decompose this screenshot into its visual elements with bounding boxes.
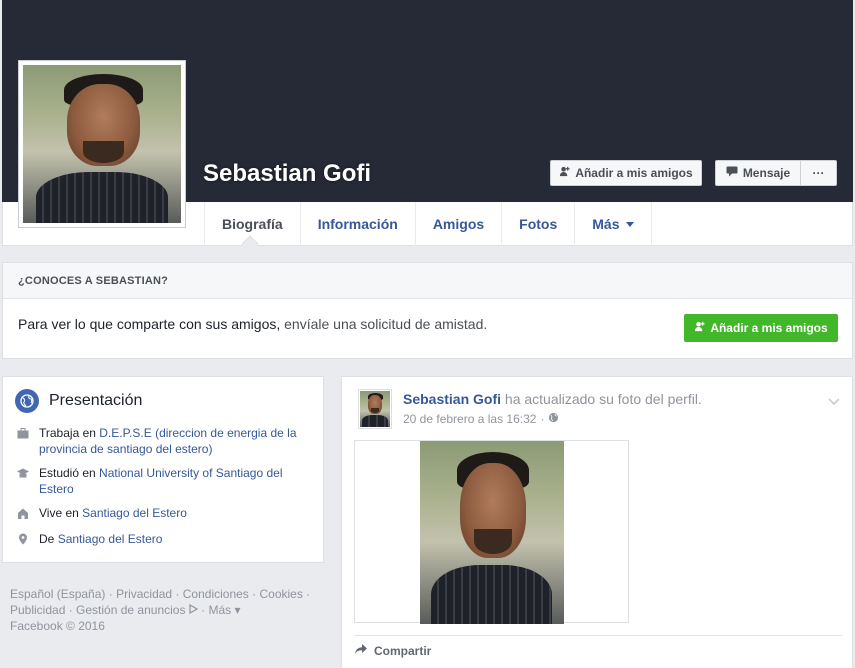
footer-copyright: Facebook © 2016: [10, 619, 105, 633]
footer-link-cookies[interactable]: Cookies: [259, 587, 302, 601]
current-city-link[interactable]: Santiago del Estero: [82, 506, 187, 520]
school-icon: [17, 465, 29, 497]
post-photo[interactable]: [354, 440, 629, 624]
profile-photo-image: [23, 65, 181, 223]
tab-amigos[interactable]: Amigos: [414, 202, 501, 246]
intro-item-from: De Santiago del Estero: [17, 531, 311, 549]
share-label: Compartir: [374, 643, 432, 658]
intro-list: Trabaja en D.E.P.S.E (direccion de energ…: [3, 413, 323, 549]
post-meta: 20 de febrero a las 16:32 ·: [403, 412, 559, 426]
post-header: Sebastian Gofi ha actualizado su foto de…: [403, 391, 702, 407]
footer-link-ad-choices[interactable]: Gestión de anuncios: [76, 603, 185, 617]
footer-link-terms[interactable]: Condiciones: [183, 587, 249, 601]
message-label: Mensaje: [742, 166, 791, 180]
profile-picture[interactable]: [18, 60, 186, 228]
post-author-avatar[interactable]: [358, 389, 392, 429]
footer-link-privacy[interactable]: Privacidad: [116, 587, 172, 601]
home-icon: [17, 505, 29, 523]
share-button[interactable]: Compartir: [354, 643, 431, 658]
chevron-down-icon: [625, 221, 634, 227]
add-friend-icon: [694, 321, 705, 335]
tab-fotos[interactable]: Fotos: [501, 202, 574, 246]
intro-item-lives: Vive en Santiago del Estero: [17, 505, 311, 523]
add-friend-green-button[interactable]: Añadir a mis amigos: [684, 314, 838, 342]
intro-title: Presentación: [49, 392, 143, 409]
add-friend-label: Añadir a mis amigos: [575, 166, 693, 180]
intro-item-work: Trabaja en D.E.P.S.E (direccion de energ…: [17, 425, 311, 457]
post-timestamp[interactable]: 20 de febrero a las 16:32: [403, 412, 536, 426]
tab-informacion[interactable]: Información: [299, 202, 415, 246]
more-dots-icon: ···: [812, 166, 825, 180]
add-friend-button[interactable]: Añadir a mis amigos: [550, 160, 702, 186]
know-message: Para ver lo que comparte con sus amigos,…: [18, 316, 488, 332]
add-friend-green-label: Añadir a mis amigos: [710, 321, 828, 335]
know-this-person-card: ¿CONOCES A SEBASTIAN? Para ver lo que co…: [2, 262, 853, 359]
intro-item-education: Estudió en National University of Santia…: [17, 465, 311, 497]
hometown-link[interactable]: Santiago del Estero: [58, 532, 163, 546]
footer-link-language[interactable]: Español (España): [10, 587, 105, 601]
intro-card: Presentación Trabaja en D.E.P.S.E (direc…: [2, 376, 324, 563]
more-options-button[interactable]: ···: [800, 160, 837, 186]
footer-link-more[interactable]: Más: [208, 603, 231, 617]
post-divider: [354, 635, 842, 636]
footer-links: Español (España) · Privacidad · Condicio…: [10, 587, 311, 633]
timeline-post: Sebastian Gofi ha actualizado su foto de…: [341, 376, 853, 668]
ad-choices-icon: [189, 603, 199, 617]
share-icon: [354, 643, 368, 658]
briefcase-icon: [17, 425, 29, 457]
location-pin-icon: [17, 531, 29, 549]
message-icon: [726, 166, 738, 180]
profile-name[interactable]: Sebastian Gofi: [203, 160, 371, 188]
footer-link-advertising[interactable]: Publicidad: [10, 603, 65, 617]
globe-icon: [15, 389, 39, 413]
post-action: ha actualizado su foto del perfil.: [504, 391, 702, 407]
send-request-link[interactable]: envíale una solicitud de amistad.: [284, 316, 487, 332]
tab-mas[interactable]: Más: [574, 202, 652, 246]
add-friend-icon: [559, 166, 570, 180]
public-globe-icon: [548, 412, 559, 426]
know-heading: ¿CONOCES A SEBASTIAN?: [3, 263, 852, 299]
message-button[interactable]: Mensaje: [715, 160, 801, 186]
post-author-name[interactable]: Sebastian Gofi: [403, 391, 501, 407]
profile-tabs: Biografía Información Amigos Fotos Más: [204, 202, 652, 246]
post-options-chevron-icon[interactable]: [828, 393, 840, 411]
